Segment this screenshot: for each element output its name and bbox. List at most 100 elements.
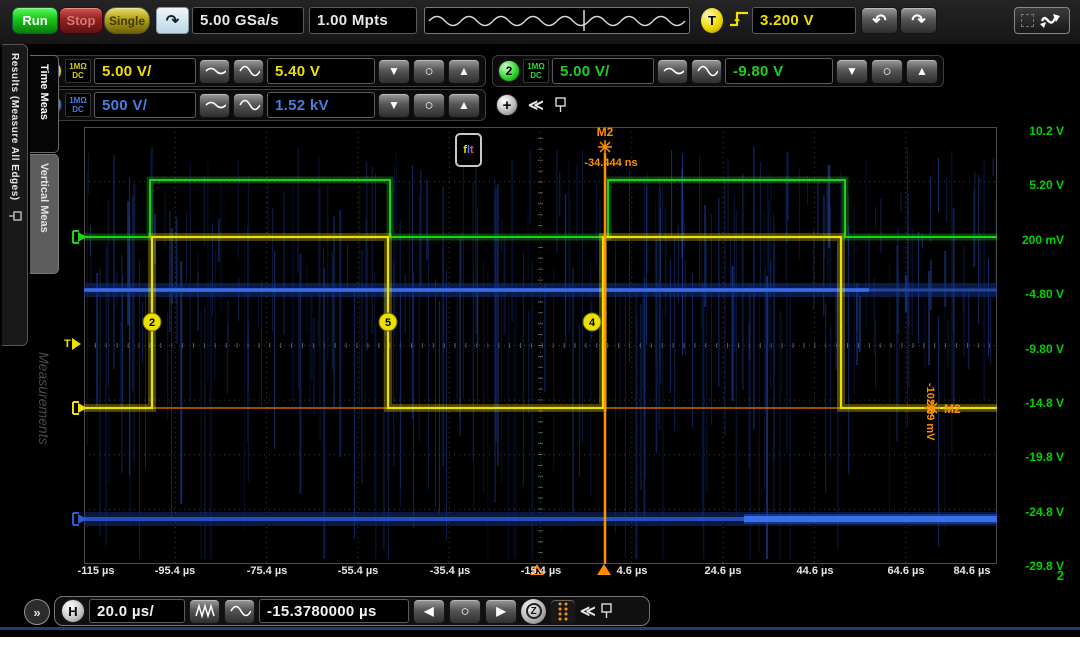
scope-display[interactable]: M2 -34.444 ns M2-102.69 mV 2 5 4 bbox=[84, 127, 997, 564]
svg-text:4: 4 bbox=[589, 317, 596, 329]
right-axis-label: 200 mV bbox=[990, 233, 1064, 247]
time-axis-label: -115 µs bbox=[78, 565, 115, 577]
channel2-coupling: DC bbox=[530, 71, 542, 80]
single-button[interactable]: Single bbox=[104, 7, 150, 34]
ch2-ground-marker[interactable] bbox=[70, 229, 88, 250]
filter-badge-letter: t bbox=[470, 144, 474, 156]
memory-depth-field[interactable]: 1.00 Mpts bbox=[309, 7, 417, 34]
channel2-scale-coarse-icon[interactable] bbox=[691, 59, 722, 84]
channel3-impedance: 1MΩ bbox=[69, 96, 87, 105]
filter-badge[interactable]: flt bbox=[455, 133, 482, 167]
m2-right-label: M2 bbox=[944, 402, 961, 416]
svg-text:2: 2 bbox=[149, 317, 155, 329]
pin-icon[interactable] bbox=[554, 97, 568, 113]
channel1-scale-coarse-icon[interactable] bbox=[233, 59, 264, 84]
channel2-offset-down-button[interactable]: ▼ bbox=[836, 59, 868, 84]
m2-star-icon bbox=[598, 140, 612, 154]
collapse-bottom-bar-icon[interactable]: ≪ bbox=[580, 602, 596, 620]
trigger-level-arrow-icon bbox=[72, 338, 81, 350]
zoom-mode-button[interactable]: Z bbox=[521, 599, 546, 624]
add-channel-button[interactable]: + bbox=[496, 94, 518, 116]
waveform-preview-icon bbox=[425, 8, 689, 33]
channel3-group: 3 1MΩ DC 500 V/ 1.52 kV ▼ ○ ▲ bbox=[34, 89, 486, 121]
channel3-offset-knob-button[interactable]: ○ bbox=[413, 93, 445, 118]
channel1-offset-knob-button[interactable]: ○ bbox=[413, 59, 445, 84]
search-events-button[interactable] bbox=[550, 599, 576, 624]
m2-top-value: -34.444 ns bbox=[584, 157, 637, 169]
trigger-level-marker[interactable]: T bbox=[64, 338, 81, 350]
undo-button[interactable]: ↶ bbox=[861, 7, 898, 34]
m2-top-label: M2 bbox=[597, 127, 614, 139]
channel2-group: 2 1MΩ DC 5.00 V/ -9.80 V ▼ ○ ▲ bbox=[492, 55, 944, 87]
oscilloscope-screen: Run Stop Single ↷ 5.00 GSa/s 1.00 Mpts T… bbox=[0, 0, 1080, 637]
time-axis-label: -15.4 µs bbox=[521, 565, 562, 577]
zoom-z-icon: Z bbox=[526, 603, 542, 619]
delay-right-button[interactable]: ▶ bbox=[485, 599, 517, 624]
results-panel-tab[interactable]: Results (Measure All Edges) bbox=[2, 44, 28, 346]
tab-vertical-meas-label: Vertical Meas bbox=[38, 163, 50, 233]
time-axis-label: -55.4 µs bbox=[338, 565, 379, 577]
right-axis-label: -14.8 V bbox=[990, 396, 1064, 410]
time-axis-labels: -115 µs-95.4 µs-75.4 µs-55.4 µs-35.4 µs-… bbox=[0, 565, 1080, 581]
timebase-field[interactable]: 20.0 µs/ bbox=[89, 599, 185, 623]
pin-icon[interactable] bbox=[8, 210, 22, 222]
channel2-button[interactable]: 2 bbox=[498, 60, 520, 82]
ch3-noise-spikes bbox=[87, 146, 995, 559]
channel3-offset-down-button[interactable]: ▼ bbox=[378, 93, 410, 118]
channel3-offset-up-button[interactable]: ▲ bbox=[448, 93, 480, 118]
channel3-coupling-badge[interactable]: 1MΩ DC bbox=[65, 93, 91, 117]
delay-field[interactable]: -15.3780000 µs bbox=[259, 599, 409, 623]
channel2-offset-field[interactable]: -9.80 V bbox=[725, 58, 833, 84]
channel1-offset-field[interactable]: 5.40 V bbox=[267, 58, 375, 84]
top-toolbar: Run Stop Single ↷ 5.00 GSa/s 1.00 Mpts T… bbox=[0, 0, 1080, 44]
time-axis-label: 64.6 µs bbox=[888, 565, 925, 577]
time-axis-label: -35.4 µs bbox=[430, 565, 471, 577]
channel1-group: 1 1MΩ DC 5.00 V/ 5.40 V ▼ ○ ▲ bbox=[34, 55, 486, 87]
m2-right-marker[interactable]: M2-102.69 mV bbox=[924, 383, 961, 441]
channel2-coupling-badge[interactable]: 1MΩ DC bbox=[523, 59, 549, 83]
tab-vertical-meas[interactable]: Vertical Meas bbox=[30, 154, 59, 274]
channel1-offset-up-button[interactable]: ▲ bbox=[448, 59, 480, 84]
channel2-impedance: 1MΩ bbox=[527, 62, 545, 71]
ch1-ground-marker[interactable] bbox=[70, 400, 88, 421]
right-axis-label: -4.80 V bbox=[990, 287, 1064, 301]
channel1-coupling-badge[interactable]: 1MΩ DC bbox=[65, 59, 91, 83]
channel3-scale-fine-icon[interactable] bbox=[199, 93, 230, 118]
touch-gesture-icon[interactable]: ↷ bbox=[156, 7, 189, 34]
waveform-preview[interactable] bbox=[424, 7, 690, 34]
channel3-scale-coarse-icon[interactable] bbox=[233, 93, 264, 118]
run-button[interactable]: Run bbox=[12, 7, 58, 34]
delay-knob-button[interactable]: ○ bbox=[449, 599, 481, 624]
pin-icon[interactable] bbox=[600, 603, 614, 619]
timebase-zoom-out-icon[interactable] bbox=[224, 599, 255, 624]
ch3-ground-marker[interactable] bbox=[70, 511, 88, 532]
channel3-scale-field[interactable]: 500 V/ bbox=[94, 92, 196, 118]
channel3-coupling: DC bbox=[72, 105, 84, 114]
timebase-zoom-in-icon[interactable] bbox=[189, 599, 220, 624]
dotted-lines-icon bbox=[554, 601, 572, 621]
time-axis-label: 44.6 µs bbox=[797, 565, 834, 577]
sample-rate-field[interactable]: 5.00 GSa/s bbox=[192, 7, 304, 34]
time-axis-label: 84.6 µs bbox=[954, 565, 991, 577]
channel2-scale-field[interactable]: 5.00 V/ bbox=[552, 58, 654, 84]
tab-time-meas[interactable]: Time Meas bbox=[30, 55, 59, 153]
channel3-offset-field[interactable]: 1.52 kV bbox=[267, 92, 375, 118]
collapse-channel-bar-icon[interactable]: ≪ bbox=[528, 96, 544, 114]
channel1-scale-field[interactable]: 5.00 V/ bbox=[94, 58, 196, 84]
svg-text:5: 5 bbox=[385, 317, 391, 329]
stop-button[interactable]: Stop bbox=[59, 7, 103, 34]
channel1-offset-down-button[interactable]: ▼ bbox=[378, 59, 410, 84]
horizontal-badge[interactable]: H bbox=[61, 599, 85, 623]
channel2-offset-knob-button[interactable]: ○ bbox=[871, 59, 903, 84]
redo-button[interactable]: ↷ bbox=[900, 7, 937, 34]
trigger-source-badge[interactable]: T bbox=[700, 7, 724, 34]
delay-left-button[interactable]: ◀ bbox=[413, 599, 445, 624]
trigger-slope-icon[interactable] bbox=[728, 7, 750, 34]
channel1-scale-fine-icon[interactable] bbox=[199, 59, 230, 84]
trigger-level-field[interactable]: 3.200 V bbox=[752, 7, 856, 34]
screen-bottom-edge bbox=[0, 627, 1080, 630]
channel2-scale-fine-icon[interactable] bbox=[657, 59, 688, 84]
right-axis-label: -19.8 V bbox=[990, 450, 1064, 464]
tab-time-meas-label: Time Meas bbox=[38, 64, 50, 120]
channel2-offset-up-button[interactable]: ▲ bbox=[906, 59, 938, 84]
